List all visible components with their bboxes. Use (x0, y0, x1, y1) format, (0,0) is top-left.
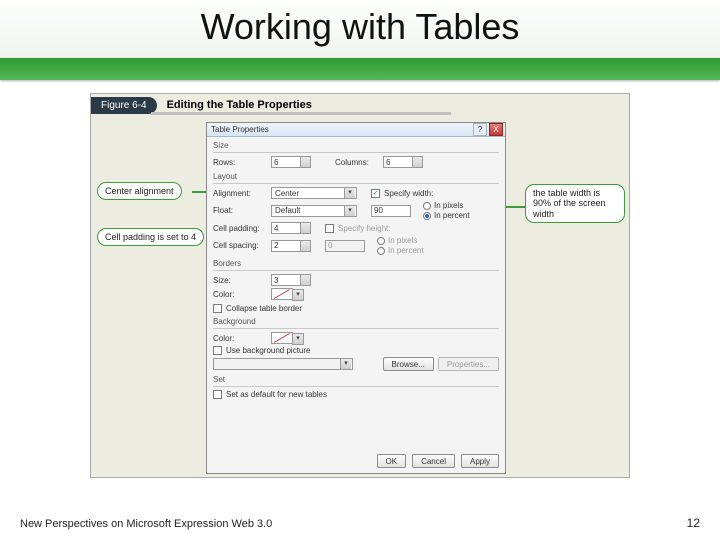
borders-group: Borders Size: 3 Color: Collapse table bo… (213, 259, 499, 313)
group-head-set: Set (213, 375, 499, 384)
callout-cell-padding: Cell padding is set to 4 (97, 228, 204, 246)
set-default-checkbox[interactable] (213, 390, 222, 399)
float-select[interactable]: Default (271, 205, 357, 217)
border-size-input[interactable]: 3 (271, 274, 311, 286)
in-pixels-radio[interactable] (423, 202, 431, 210)
callout-width-note: the table width is 90% of the screen wid… (525, 184, 625, 223)
dialog-buttons: OK Cancel Apply (377, 454, 499, 468)
collapse-border-checkbox[interactable] (213, 304, 222, 313)
footer-page-number: 12 (687, 516, 700, 530)
float-label: Float: (213, 206, 267, 215)
width-input[interactable]: 90 (371, 205, 411, 217)
close-button[interactable]: X (489, 123, 503, 136)
columns-input[interactable]: 6 (383, 156, 423, 168)
figure-rule (151, 112, 451, 115)
layout-group: Layout Alignment: Center ✓ Specify width… (213, 172, 499, 255)
ok-button[interactable]: OK (377, 454, 407, 468)
cell-padding-input[interactable]: 4 (271, 222, 311, 234)
footer-left: New Perspectives on Microsoft Expression… (20, 518, 272, 530)
specify-height-checkbox[interactable] (325, 224, 334, 233)
dialog-titlebar[interactable]: Table Properties ? X (207, 123, 505, 137)
figure-container: Figure 6-4 Editing the Table Properties … (90, 93, 630, 478)
bg-color-select[interactable] (271, 332, 293, 344)
in-percent-label: In percent (434, 211, 470, 220)
rows-input[interactable]: 6 (271, 156, 311, 168)
alignment-label: Alignment: (213, 189, 267, 198)
slide-divider (0, 58, 720, 80)
rows-label: Rows: (213, 158, 267, 167)
specify-width-label: Specify width: (384, 189, 433, 198)
slide-title: Working with Tables (0, 6, 720, 48)
group-head-borders: Borders (213, 259, 499, 268)
cell-spacing-input[interactable]: 2 (271, 240, 311, 252)
specify-height-label: Specify height: (338, 224, 390, 233)
collapse-border-label: Collapse table border (226, 304, 302, 313)
figure-tag: Figure 6-4 (91, 97, 157, 114)
group-head-size: Size (213, 141, 499, 150)
in-percent-radio[interactable] (423, 212, 431, 220)
height-pixels-label: In pixels (388, 236, 417, 245)
help-button[interactable]: ? (473, 123, 487, 136)
border-color-select[interactable] (271, 288, 293, 300)
group-head-background: Background (213, 317, 499, 326)
in-pixels-label: In pixels (434, 201, 463, 210)
use-bg-picture-checkbox[interactable] (213, 346, 222, 355)
height-percent-label: In percent (388, 246, 424, 255)
apply-button[interactable]: Apply (461, 454, 499, 468)
cell-spacing-label: Cell spacing: (213, 241, 267, 250)
group-head-layout: Layout (213, 172, 499, 181)
browse-button[interactable]: Browse... (383, 357, 434, 371)
specify-width-checkbox[interactable]: ✓ (371, 189, 380, 198)
size-group: Size Rows: 6 Columns: 6 (213, 141, 499, 168)
cancel-button[interactable]: Cancel (412, 454, 455, 468)
background-group: Background Color: Use background picture… (213, 317, 499, 371)
use-bg-picture-label: Use background picture (226, 346, 311, 355)
set-group: Set Set as default for new tables (213, 375, 499, 399)
dialog-title-text: Table Properties (211, 125, 269, 134)
columns-label: Columns: (335, 158, 379, 167)
properties-button: Properties... (438, 357, 499, 371)
cell-padding-label: Cell padding: (213, 224, 267, 233)
border-size-label: Size: (213, 276, 267, 285)
set-default-label: Set as default for new tables (226, 390, 327, 399)
height-percent-radio (377, 247, 385, 255)
bg-picture-path (213, 358, 353, 370)
border-color-label: Color: (213, 290, 267, 299)
callout-center-alignment: Center alignment (97, 182, 182, 200)
height-input: 0 (325, 240, 365, 252)
alignment-select[interactable]: Center (271, 187, 357, 199)
bg-color-label: Color: (213, 334, 267, 343)
height-pixels-radio (377, 237, 385, 245)
table-properties-dialog: Table Properties ? X Size Rows: 6 Column… (206, 122, 506, 474)
figure-label: Editing the Table Properties (167, 99, 312, 111)
